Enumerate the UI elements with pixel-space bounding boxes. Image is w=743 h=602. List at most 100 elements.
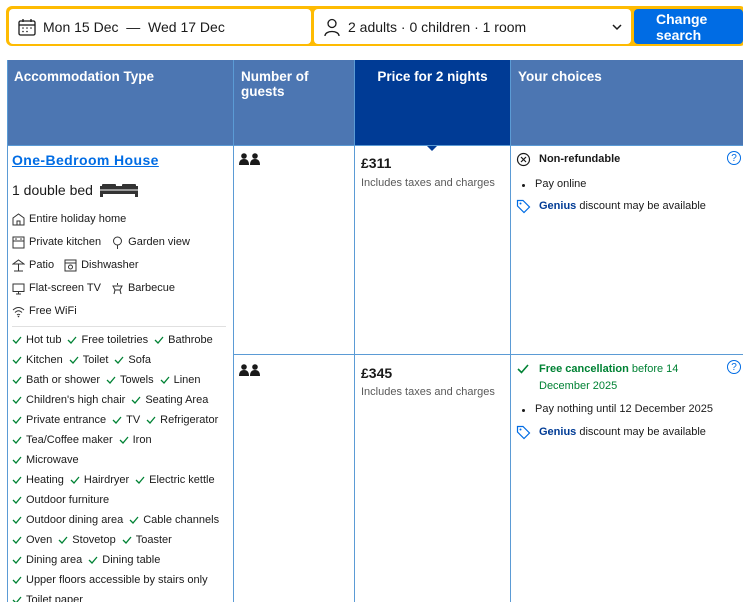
amenity-item: Stovetop [58, 531, 116, 549]
amenity-row: Dining area Dining table [12, 551, 230, 571]
amenity-row: Toilet paper [12, 591, 230, 602]
amenity-row: Outdoor dining area Cable channels [12, 511, 230, 531]
feature-item: Entire holiday home [12, 212, 127, 226]
amenity-item: Bath or shower [12, 371, 100, 389]
feature-label: Patio [29, 259, 55, 271]
checkmark-icon [12, 396, 22, 404]
amenity-label: Linen [173, 374, 201, 386]
header-price[interactable]: Price for 2 nights [355, 60, 510, 145]
amenity-item: Upper floors accessible by stairs only [12, 571, 208, 589]
feature-row: Patio Dishwasher [12, 258, 230, 272]
checkmark-icon [12, 456, 22, 464]
amenity-label: Toilet paper [26, 594, 83, 602]
tag-icon [516, 199, 534, 214]
feature-label: Entire holiday home [29, 213, 127, 225]
header-number-of-guests[interactable]: Number of guests [234, 60, 354, 145]
amenity-row: Oven Stovetop Toaster [12, 531, 230, 551]
amenity-item: Free toiletries [67, 331, 148, 349]
amenity-label: Oven [26, 534, 53, 546]
two-persons-icon [238, 152, 262, 170]
table-border [510, 60, 511, 602]
amenity-label: Kitchen [26, 354, 63, 366]
amenity-item: TV [112, 411, 140, 429]
amenity-label: Outdoor dining area [26, 514, 124, 526]
help-icon[interactable]: ? [727, 360, 741, 374]
amenity-row: Kitchen Toilet Sofa [12, 351, 230, 371]
policy-date: December 2025 [539, 380, 618, 392]
amenity-label: Hot tub [26, 334, 62, 346]
amenity-label: Outdoor furniture [26, 494, 110, 506]
checkmark-icon [131, 396, 141, 404]
amenity-row: Upper floors accessible by stairs only [12, 571, 230, 591]
guests-selector[interactable]: 2 adults · 0 children · 1 room [314, 9, 631, 44]
checkmark-icon [12, 596, 22, 602]
checkmark-icon [12, 356, 22, 364]
checkmark-icon [69, 356, 79, 364]
accommodation-cell: One-Bedroom House 1 double bed Entire ho… [12, 152, 230, 602]
header-your-choices[interactable]: Your choices [511, 60, 743, 145]
feature-item: Flat-screen TV [12, 282, 101, 295]
payment-line: Pay nothing until 12 December 2025 [516, 403, 713, 415]
calendar-icon [17, 17, 37, 37]
amenity-label: Sofa [128, 354, 152, 366]
amenity-item: Dining area [12, 551, 82, 569]
policy-text: Free cancellation [539, 363, 629, 375]
bullet [522, 409, 525, 412]
room-name-link[interactable]: One-Bedroom House [12, 152, 230, 168]
genius-note: discount may be available [576, 426, 706, 438]
amenity-label: Towels [119, 374, 154, 386]
amenity-item: Heating [12, 471, 64, 489]
checkmark-icon [68, 336, 77, 344]
checkmark-icon [12, 536, 22, 544]
help-icon[interactable]: ? [727, 151, 741, 165]
non-refundable-icon [516, 152, 534, 167]
amenity-label: Microwave [26, 454, 79, 466]
amenity-item: Hairdryer [70, 471, 129, 489]
amenity-label: Refrigerator [160, 414, 219, 426]
amenity-label: Tea/Coffee maker [26, 434, 113, 446]
divider [12, 326, 226, 327]
date-picker[interactable]: Mon 15 Dec — Wed 17 Dec [9, 9, 311, 44]
checkmark-icon [12, 416, 22, 424]
amenity-item: Toaster [122, 531, 172, 549]
checkmark-icon [12, 496, 22, 504]
price-value: £311 [361, 155, 392, 171]
feature-row: Entire holiday home [12, 212, 230, 226]
amenity-row: Hot tub Free toiletries Bathrobe [12, 331, 230, 351]
feature-item: Barbecue [111, 282, 175, 295]
bullet [522, 184, 525, 187]
wifi-icon [12, 306, 25, 317]
amenity-item: Children's high chair [12, 391, 125, 409]
header-accommodation-type[interactable]: Accommodation Type [7, 60, 233, 145]
price-value: £345 [361, 365, 393, 381]
amenity-item: Hot tub [12, 331, 61, 349]
table-border [354, 60, 355, 602]
feature-label: Flat-screen TV [29, 282, 101, 294]
genius-label: Genius [539, 426, 577, 438]
checkmark-icon [70, 476, 80, 484]
policy-line: Free cancellation before 14 December 202… [516, 362, 678, 395]
checkmark-icon [146, 416, 156, 424]
double-bed-icon [99, 184, 138, 197]
amenity-item: Linen [160, 371, 201, 389]
amenity-label: TV [126, 414, 141, 426]
genius-line: Genius discount may be available [516, 199, 706, 214]
checkmark-icon [160, 376, 170, 384]
checkmark-icon [129, 516, 139, 524]
change-search-button[interactable]: Change search [634, 9, 743, 44]
amenity-label: Cable channels [143, 514, 220, 526]
checkmark-icon [12, 516, 22, 524]
checkmark-icon [12, 576, 22, 584]
table-border [7, 60, 8, 602]
checkmark-icon [12, 376, 22, 384]
amenity-label: Seating Area [145, 394, 209, 406]
checkmark-icon [135, 476, 145, 484]
tree-icon [113, 236, 123, 249]
amenity-label: Upper floors accessible by stairs only [26, 574, 208, 586]
feature-row: Free WiFi [12, 304, 230, 318]
patio-icon [12, 258, 25, 271]
payment-text: Pay nothing until 12 December 2025 [535, 403, 713, 415]
feature-item: Garden view [111, 236, 190, 249]
amenity-item: Outdoor furniture [12, 491, 109, 509]
checkmark-icon [112, 416, 122, 424]
